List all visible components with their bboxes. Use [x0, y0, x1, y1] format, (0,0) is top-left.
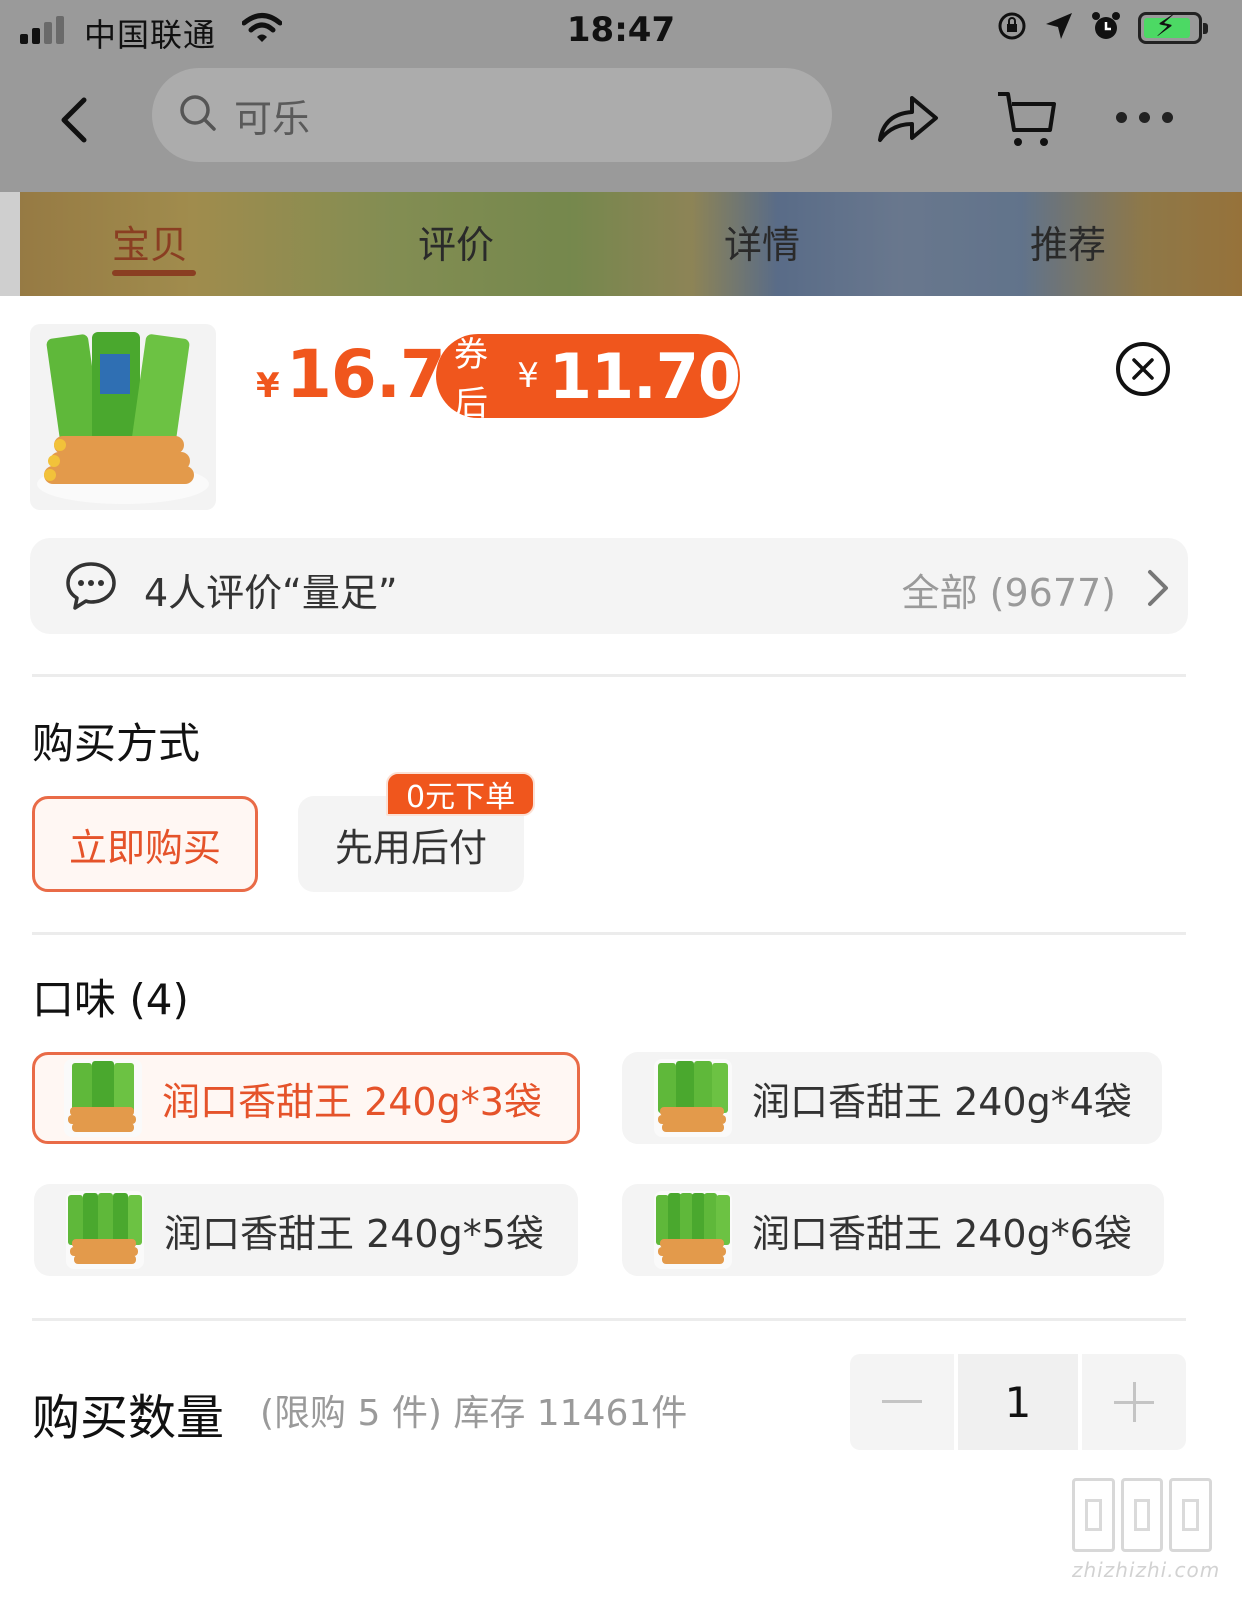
flavor-option-5-bags[interactable]: 润口香甜王 240g*5袋: [34, 1184, 578, 1276]
flavor-label: 润口香甜王 240g*3袋: [162, 1079, 542, 1124]
tab-bar: 宝贝 评价 详情 推荐: [0, 200, 1242, 290]
coupon-price: 11.70: [548, 339, 741, 413]
tab-reviews[interactable]: 评价: [418, 214, 494, 269]
background-page: 中国联通 18:47 ⚡ 可乐 宝贝 评价 详情 推荐: [0, 0, 1242, 300]
flavor-label: 润口香甜王 240g*6袋: [752, 1211, 1132, 1256]
coupon-currency: ¥: [517, 356, 539, 396]
tab-baobei[interactable]: 宝贝: [112, 214, 188, 269]
coupon-label: 券后: [454, 335, 488, 424]
flavor-title: 口味 (4): [32, 975, 189, 1024]
close-icon: [1132, 358, 1154, 380]
watermark-logo: [1072, 1478, 1213, 1552]
flavor-thumbnail: [64, 1059, 142, 1137]
minus-icon: [882, 1400, 922, 1403]
review-all-count: 全部 (9677): [901, 571, 1116, 615]
purchase-method-title: 购买方式: [32, 719, 201, 768]
cart-icon[interactable]: [996, 88, 1058, 154]
flavor-option-6-bags[interactable]: 润口香甜王 240g*6袋: [622, 1184, 1164, 1276]
battery-icon: ⚡: [1138, 9, 1208, 44]
review-summary-bar[interactable]: 4人评价“量足” 全部 (9677): [30, 538, 1188, 634]
zero-down-badge: 0元下单: [386, 772, 536, 816]
tab-active-indicator: [112, 270, 196, 276]
flavor-label: 润口香甜王 240g*4袋: [752, 1079, 1132, 1124]
product-thumbnail[interactable]: [30, 324, 216, 510]
chat-bubble-icon: [64, 560, 118, 616]
buy-now-option[interactable]: 立即购买: [32, 796, 258, 892]
flavor-label: 润口香甜王 240g*5袋: [164, 1211, 544, 1256]
divider: [32, 1318, 1186, 1321]
review-highlight: 4人评价“量足”: [144, 571, 398, 615]
flavor-thumbnail: [654, 1191, 732, 1269]
plus-icon: [1114, 1382, 1154, 1422]
quantity-value[interactable]: 1: [958, 1354, 1078, 1450]
status-bar: 中国联通 18:47 ⚡: [0, 0, 1242, 62]
location-icon: [1044, 11, 1074, 45]
buy-now-label: 立即购买: [68, 825, 221, 870]
share-icon[interactable]: [876, 90, 940, 150]
flavor-option-4-bags[interactable]: 润口香甜王 240g*4袋: [622, 1052, 1162, 1144]
divider: [32, 932, 1186, 935]
flavor-thumbnail: [66, 1191, 144, 1269]
chevron-right-icon: [1146, 568, 1170, 612]
flavor-thumbnail: [654, 1059, 732, 1137]
watermark-text: zhizhizhi.com: [1072, 1558, 1221, 1582]
back-icon[interactable]: [56, 96, 92, 148]
alarm-icon: [1090, 10, 1122, 46]
search-text: 可乐: [234, 96, 311, 141]
search-icon: [178, 93, 218, 137]
flavor-option-3-bags[interactable]: 润口香甜王 240g*3袋: [32, 1052, 580, 1144]
pay-later-label: 先用后付: [334, 825, 487, 870]
tab-details[interactable]: 详情: [724, 214, 800, 269]
decrease-button[interactable]: [850, 1354, 954, 1450]
quantity-title: 购买数量: [32, 1390, 225, 1446]
search-input[interactable]: 可乐: [152, 68, 832, 162]
divider: [32, 674, 1186, 677]
more-icon[interactable]: [1116, 112, 1173, 123]
coupon-price-badge: 券后 ¥ 11.70: [436, 334, 741, 424]
close-button[interactable]: [1116, 342, 1170, 396]
increase-button[interactable]: [1082, 1354, 1186, 1450]
tab-recommend[interactable]: 推荐: [1030, 214, 1106, 269]
quantity-limit-note: (限购 5 件) 库存 11461件: [260, 1393, 688, 1434]
price: 16.7: [286, 336, 446, 413]
sku-sheet: ¥ 16.7 券后 ¥ 11.70 4人评价“量足” 全部 (9677) 购买方…: [0, 296, 1242, 1599]
rotation-lock-icon: [996, 10, 1028, 46]
price-currency: ¥: [256, 366, 280, 406]
quantity-stepper: 1: [850, 1354, 1186, 1450]
